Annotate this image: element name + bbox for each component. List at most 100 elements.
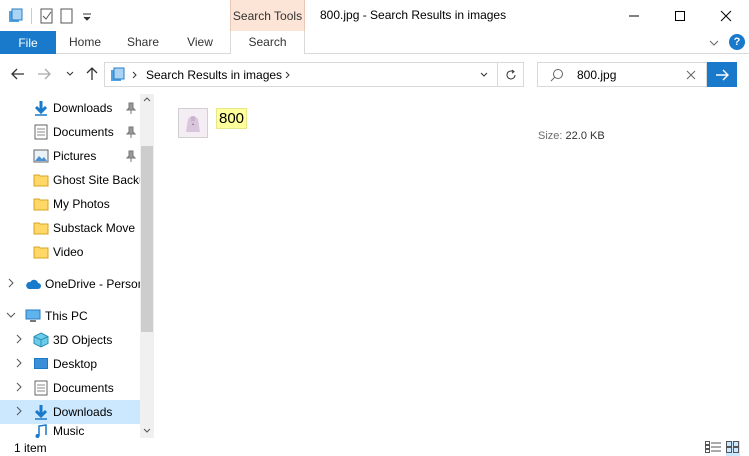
tab-view[interactable]: View	[176, 31, 224, 54]
close-icon	[720, 10, 732, 21]
nav-label: My Photos	[53, 197, 110, 211]
clear-search-icon	[686, 70, 696, 80]
scroll-down-icon	[143, 428, 151, 433]
nav-label: Desktop	[53, 357, 98, 371]
tab-share[interactable]: Share	[118, 31, 168, 54]
result-size: Size: 22.0 KB	[538, 130, 605, 142]
nav-item-documents-quick[interactable]: Documents	[0, 120, 140, 144]
desktop-icon	[34, 358, 48, 369]
address-dropdown-button[interactable]	[473, 63, 495, 86]
computer-icon	[25, 309, 41, 322]
navigation-pane: Downloads Documents Pictures Ghost Site …	[0, 94, 154, 438]
expand-ribbon-icon[interactable]	[708, 37, 720, 51]
close-button[interactable]	[703, 0, 749, 31]
cloud-icon	[26, 279, 41, 289]
nav-label: OneDrive - Personal	[45, 277, 140, 291]
breadcrumb[interactable]: Search Results in images	[146, 68, 282, 82]
large-icons-view-icon[interactable]	[726, 441, 740, 456]
document-icon	[34, 124, 48, 140]
chevron-down-icon	[480, 72, 488, 77]
image-thumbnail[interactable]	[178, 108, 208, 138]
address-row: Search Results in images 800.jpg	[0, 54, 749, 94]
refresh-button[interactable]	[497, 63, 523, 86]
address-bar[interactable]: Search Results in images	[104, 62, 524, 87]
pin-icon	[126, 150, 136, 162]
music-icon	[35, 424, 47, 438]
minimize-button[interactable]	[611, 0, 657, 31]
ribbon-tabs: File Home Share View Search ?	[0, 31, 749, 55]
quick-access-toolbar	[6, 0, 97, 31]
help-icon[interactable]: ?	[729, 34, 745, 50]
scrollbar-thumb[interactable]	[141, 146, 153, 332]
search-tools-context-tab: Search Tools	[230, 0, 305, 31]
nav-label: 3D Objects	[53, 333, 113, 347]
folder-icon	[33, 222, 49, 235]
forward-arrow-icon	[38, 68, 51, 80]
tab-file[interactable]: File	[0, 31, 56, 54]
item-count: 1 item	[14, 441, 47, 455]
nav-label: Pictures	[53, 149, 97, 163]
search-icon	[550, 69, 563, 82]
nav-label: Music	[53, 424, 85, 438]
nav-item-this-pc[interactable]: This PC	[0, 304, 140, 328]
result-name-highlight[interactable]: 800	[216, 108, 248, 129]
search-input[interactable]: 800.jpg	[577, 68, 616, 82]
pin-icon	[126, 102, 136, 114]
breadcrumb-chevron-icon	[285, 71, 290, 79]
tab-search[interactable]: Search	[230, 31, 305, 55]
nav-item-video[interactable]: Video	[0, 240, 140, 264]
expand-chevron-icon[interactable]	[14, 406, 24, 416]
search-go-button[interactable]	[707, 62, 737, 87]
folder-icon	[33, 198, 49, 211]
search-results-icon	[111, 67, 125, 81]
up-arrow-icon	[86, 67, 98, 80]
nav-label: Ghost Site Backup	[53, 173, 140, 187]
scroll-up-icon	[143, 97, 151, 102]
folder-app-icon[interactable]	[6, 6, 26, 26]
nav-item-desktop[interactable]: Desktop	[0, 352, 140, 376]
nav-item-documents[interactable]: Documents	[0, 376, 140, 400]
nav-item-music[interactable]: Music	[0, 424, 140, 438]
new-folder-icon[interactable]	[57, 6, 77, 26]
minimize-icon	[629, 15, 639, 16]
nav-item-my-photos[interactable]: My Photos	[0, 192, 140, 216]
download-arrow-icon	[34, 101, 48, 116]
pictures-icon	[33, 149, 49, 163]
nav-item-ghost-site-backup[interactable]: Ghost Site Backup	[0, 168, 140, 192]
nav-item-pictures-quick[interactable]: Pictures	[0, 144, 140, 168]
arrow-right-icon	[716, 69, 729, 80]
search-box[interactable]: 800.jpg	[537, 62, 707, 87]
up-button[interactable]	[82, 64, 102, 84]
nav-label: This PC	[45, 309, 88, 323]
title-bar: Search Tools 800.jpg - Search Results in…	[0, 0, 749, 31]
refresh-icon	[506, 69, 515, 79]
cube-icon	[33, 332, 49, 348]
maximize-button[interactable]	[657, 0, 703, 31]
maximize-icon	[675, 10, 685, 21]
properties-icon[interactable]	[37, 6, 57, 26]
nav-scrollbar[interactable]	[140, 94, 154, 438]
forward-button[interactable]	[34, 64, 54, 84]
size-value: 22.0 KB	[565, 130, 605, 142]
nav-item-3d-objects[interactable]: 3D Objects	[0, 328, 140, 352]
folder-icon	[33, 174, 49, 187]
download-arrow-icon	[34, 405, 48, 420]
chevron-down-icon	[66, 71, 74, 76]
back-button[interactable]	[8, 64, 28, 84]
tab-home[interactable]: Home	[60, 31, 110, 54]
size-label: Size:	[538, 130, 563, 142]
nav-item-substack-move[interactable]: Substack Move	[0, 216, 140, 240]
nav-label: Downloads	[53, 405, 113, 419]
pin-icon	[126, 126, 136, 138]
nav-label: Substack Move	[53, 221, 136, 235]
nav-label: Documents	[53, 381, 114, 395]
nav-item-downloads-quick[interactable]: Downloads	[0, 96, 140, 120]
nav-label: Downloads	[53, 101, 113, 115]
nav-label: Documents	[53, 125, 114, 139]
back-arrow-icon	[11, 68, 24, 80]
customize-dropdown-icon[interactable]	[77, 6, 97, 26]
details-view-icon[interactable]	[705, 441, 721, 456]
breadcrumb-chevron-icon	[132, 71, 137, 79]
recent-locations-button[interactable]	[60, 64, 80, 84]
nav-item-onedrive[interactable]: OneDrive - Personal	[0, 272, 140, 296]
